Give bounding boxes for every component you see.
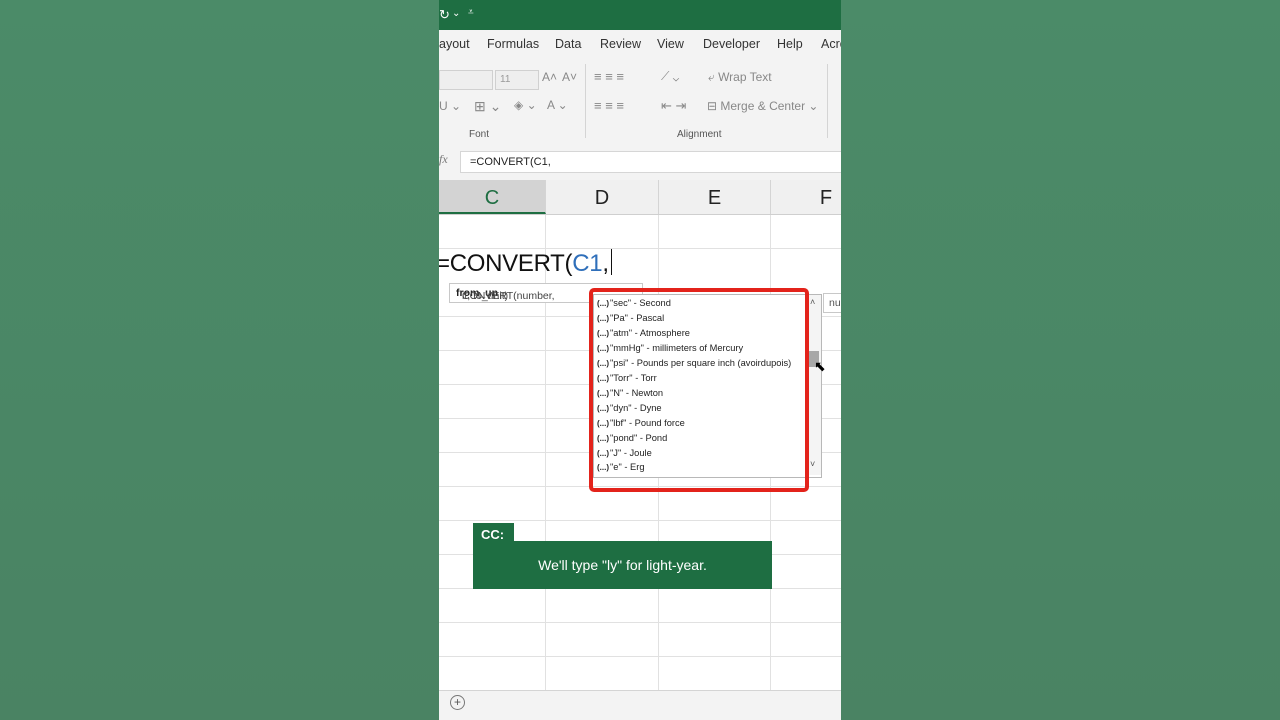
grid-line bbox=[439, 520, 841, 521]
active-cell-editor[interactable]: =CONVERT(C1, bbox=[439, 249, 612, 278]
formula-prefix: =CONVERT( bbox=[439, 250, 573, 277]
column-headers: C D E F bbox=[439, 180, 841, 215]
grid-line bbox=[439, 656, 841, 657]
tab-acrobat[interactable]: Acro bbox=[821, 37, 841, 51]
alignment-group-label: Alignment bbox=[677, 129, 722, 140]
font-size-box[interactable]: 11 bbox=[495, 70, 539, 90]
formula-bar: fx =CONVERT(C1, bbox=[439, 144, 841, 180]
argument-tooltip-text: nu bbox=[829, 297, 841, 309]
formula-value: =CONVERT(C1, bbox=[470, 156, 551, 168]
indent-icon[interactable]: ⇤ ⇥ bbox=[661, 98, 686, 114]
red-highlight-box bbox=[589, 288, 809, 492]
customize-toolbar-icon[interactable]: ⩡ bbox=[468, 7, 474, 18]
align-top-icon[interactable]: ≡ ≡ ≡ bbox=[594, 69, 624, 84]
argument-tooltip: nu bbox=[823, 293, 841, 313]
ribbon-tabs: ayout Formulas Data Review View Develope… bbox=[439, 30, 841, 58]
scroll-up-icon[interactable]: ˄ bbox=[810, 297, 815, 307]
borders-icon[interactable]: ⊞ ⌄ bbox=[474, 98, 501, 115]
title-bar: ↻ ⌄ ⩡ bbox=[439, 0, 841, 30]
cell-reference: C1 bbox=[572, 250, 603, 277]
undo-icon[interactable]: ↻ bbox=[439, 7, 450, 23]
fx-icon[interactable]: fx bbox=[439, 152, 448, 167]
caption-text: We'll type "ly" for light-year. bbox=[538, 557, 707, 573]
caption-box: We'll type "ly" for light-year. bbox=[473, 541, 772, 589]
formula-input[interactable]: =CONVERT(C1, bbox=[460, 151, 841, 173]
mouse-pointer-icon: ⬉ bbox=[814, 358, 826, 374]
merge-center-button[interactable]: ⊟ Merge & Center ⌄ bbox=[707, 99, 818, 113]
decrease-font-icon[interactable]: A˅ bbox=[562, 70, 577, 84]
ribbon-separator bbox=[585, 64, 586, 138]
font-group-label: Font bbox=[469, 129, 490, 140]
tab-page-layout[interactable]: ayout bbox=[439, 37, 470, 51]
tooltip-rest: it, to_unit) bbox=[462, 290, 509, 302]
orientation-icon[interactable]: ⟋ ⌄ bbox=[661, 69, 679, 84]
text-caret bbox=[610, 249, 612, 275]
formula-suffix: , bbox=[602, 250, 609, 277]
column-header-c[interactable]: C bbox=[439, 180, 546, 214]
merge-center-label: Merge & Center bbox=[720, 99, 806, 113]
caption-tag-label: CC: bbox=[481, 527, 505, 542]
font-size-value: 11 bbox=[500, 74, 511, 85]
tab-developer[interactable]: Developer bbox=[703, 37, 760, 51]
tab-help[interactable]: Help bbox=[777, 37, 803, 51]
scroll-down-icon[interactable]: ˅ bbox=[810, 459, 815, 469]
add-sheet-icon[interactable]: + bbox=[450, 695, 465, 710]
column-header-e[interactable]: E bbox=[659, 180, 771, 214]
tab-data[interactable]: Data bbox=[555, 37, 581, 51]
ribbon-separator bbox=[827, 64, 828, 138]
sheet-tab-bar: + bbox=[439, 690, 841, 720]
underline-icon[interactable]: U ⌄ bbox=[439, 99, 461, 113]
tab-review[interactable]: Review bbox=[600, 37, 641, 51]
background-right bbox=[841, 0, 1280, 720]
fill-color-icon[interactable]: ◈ ⌄ bbox=[514, 98, 537, 112]
align-left-icon[interactable]: ≡ ≡ ≡ bbox=[594, 98, 624, 113]
undo-dropdown-icon[interactable]: ⌄ bbox=[452, 8, 460, 19]
tab-view[interactable]: View bbox=[657, 37, 684, 51]
wrap-text-label: Wrap Text bbox=[718, 70, 772, 84]
font-color-icon[interactable]: A ⌄ bbox=[547, 98, 568, 112]
excel-window: ↻ ⌄ ⩡ ayout Formulas Data Review View De… bbox=[439, 0, 841, 720]
wrap-text-button[interactable]: ⤶ Wrap Text bbox=[708, 70, 772, 85]
column-header-d[interactable]: D bbox=[546, 180, 659, 214]
tab-formulas[interactable]: Formulas bbox=[487, 37, 539, 51]
ribbon: 11 A˄ A˅ U ⌄ ⊞ ⌄ ◈ ⌄ A ⌄ Font ≡ ≡ ≡ ⟋ ⌄ … bbox=[439, 58, 841, 145]
grid-line bbox=[439, 622, 841, 623]
column-header-f[interactable]: F bbox=[771, 180, 841, 214]
background-left bbox=[0, 0, 439, 720]
font-name-box[interactable] bbox=[439, 70, 493, 90]
increase-font-icon[interactable]: A˄ bbox=[542, 70, 557, 84]
